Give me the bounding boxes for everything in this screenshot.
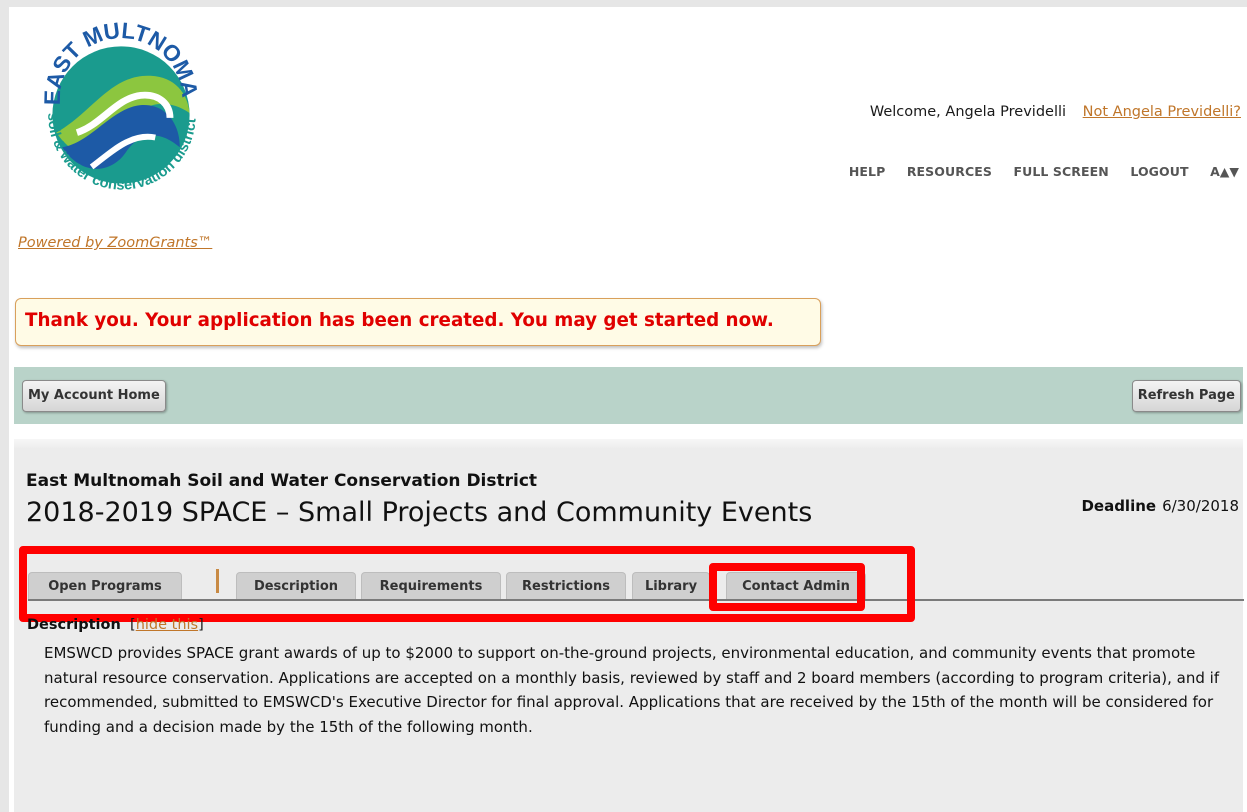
deadline-value: 6/30/2018	[1162, 497, 1239, 515]
account-toolbar: My Account Home Refresh Page	[14, 367, 1243, 424]
deadline-label: Deadline	[1081, 497, 1157, 515]
organization-name: East Multnomah Soil and Water Conservati…	[26, 471, 538, 491]
tab-restrictions[interactable]: Restrictions	[506, 572, 626, 600]
nav-full-screen[interactable]: FULL SCREEN	[1013, 164, 1108, 179]
program-panel: East Multnomah Soil and Water Conservati…	[14, 439, 1244, 812]
program-tabs: Open Programs Description Requirements R…	[28, 564, 1244, 600]
program-title: 2018-2019 SPACE – Small Projects and Com…	[26, 497, 813, 528]
tab-library[interactable]: Library	[632, 572, 710, 600]
tab-underline	[28, 599, 1244, 601]
tab-separator	[216, 569, 219, 593]
page: EAST MULTNOMAH soil & water conservation…	[9, 7, 1247, 812]
top-nav: HELP RESOURCES FULL SCREEN LOGOUT A▲▼	[832, 164, 1239, 179]
tab-description[interactable]: Description	[236, 572, 356, 600]
welcome-text: Welcome, Angela Previdelli	[869, 104, 1067, 120]
powered-by-link[interactable]: Powered by ZoomGrants™	[18, 235, 212, 251]
hide-this-link[interactable]: hide this	[136, 617, 198, 633]
deadline: Deadline 6/30/2018	[1081, 497, 1239, 515]
tab-requirements[interactable]: Requirements	[361, 572, 501, 600]
not-user-link[interactable]: Not Angela Previdelli?	[1083, 104, 1241, 120]
nav-logout[interactable]: LOGOUT	[1130, 164, 1188, 179]
success-message: Thank you. Your application has been cre…	[15, 298, 821, 346]
tab-open-programs[interactable]: Open Programs	[28, 572, 182, 600]
description-heading-row: Description [hide this]	[27, 617, 204, 633]
refresh-page-button[interactable]: Refresh Page	[1131, 380, 1241, 412]
my-account-home-button[interactable]: My Account Home	[22, 380, 166, 412]
description-heading: Description	[27, 617, 121, 633]
nav-resources[interactable]: RESOURCES	[907, 164, 992, 179]
welcome-area: Welcome, Angela Previdelli Not Angela Pr…	[870, 104, 1241, 120]
font-size-control[interactable]: A▲▼	[1210, 164, 1239, 179]
nav-help[interactable]: HELP	[849, 164, 886, 179]
tab-contact-admin[interactable]: Contact Admin	[726, 572, 866, 600]
description-text: EMSWCD provides SPACE grant awards of up…	[44, 644, 1220, 736]
emswcd-logo[interactable]: EAST MULTNOMAH soil & water conservation…	[23, 15, 219, 211]
